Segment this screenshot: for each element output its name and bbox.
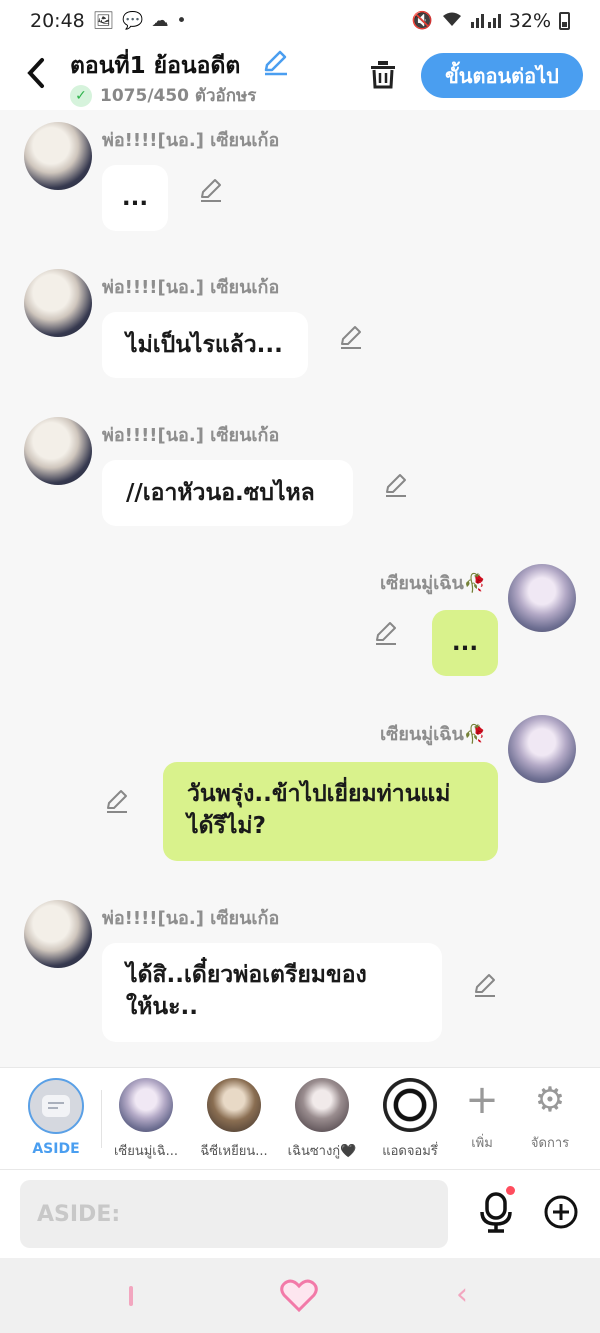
edit-title-pencil-icon[interactable] xyxy=(262,48,290,76)
message-icon: 💬 xyxy=(122,11,144,31)
add-circle-icon[interactable] xyxy=(543,1194,579,1230)
avatar[interactable] xyxy=(508,715,576,783)
message-line: ให้นะ.. xyxy=(126,994,198,1020)
edit-pencil-icon[interactable] xyxy=(472,972,498,998)
character-item[interactable]: เซียนมู่เฉิ... xyxy=(101,1078,191,1161)
edit-pencil-icon[interactable] xyxy=(338,324,364,350)
battery-icon xyxy=(559,12,570,30)
gallery-icon: 🖼 xyxy=(92,11,115,31)
avatar[interactable] xyxy=(24,417,92,485)
avatar[interactable] xyxy=(24,900,92,968)
char-counter: ✓ 1075/450 ตัวอักษร xyxy=(70,82,256,109)
check-icon: ✓ xyxy=(70,84,92,107)
message-bubble[interactable]: //เอาหัวนอ.ซบไหล xyxy=(102,460,353,526)
message-bubble[interactable]: ... xyxy=(432,610,498,676)
edit-pencil-icon[interactable] xyxy=(198,177,224,203)
message-line: ได้สิ..เดี๋ยวพ่อเตรียมของ xyxy=(126,962,367,988)
mute-icon: 🔇 xyxy=(411,11,433,31)
counter-text: 1075/450 ตัวอักษร xyxy=(100,86,257,106)
plus-icon: + xyxy=(465,1077,499,1123)
aside-label: ASIDE xyxy=(32,1141,80,1157)
character-label: เซียนมู่เฉิ... xyxy=(113,1144,179,1159)
chevron-left-icon[interactable] xyxy=(22,56,52,90)
aside-icon xyxy=(28,1078,84,1134)
next-step-button[interactable]: ขั้นตอนต่อไป xyxy=(421,53,583,98)
edit-pencil-icon[interactable] xyxy=(373,620,399,646)
speaker-name: พ่อ!!!![นอ.] เซียนเก้อ xyxy=(102,277,280,298)
message-line: วันพรุ่ง..ข้าไปเยี่ยมท่านแม่ xyxy=(187,781,451,807)
avatar[interactable] xyxy=(24,122,92,190)
speaker-name: พ่อ!!!![นอ.] เซียนเก้อ xyxy=(102,908,280,929)
trash-icon[interactable] xyxy=(368,58,398,90)
edit-pencil-icon[interactable] xyxy=(104,788,130,814)
wifi-icon xyxy=(441,10,463,33)
character-label: ฉีซีเหยียน... xyxy=(200,1144,268,1159)
message-line: ได้รึไม่? xyxy=(187,813,266,839)
avatar[interactable] xyxy=(508,564,576,632)
avatar[interactable] xyxy=(24,269,92,337)
message-bubble[interactable]: วันพรุ่ง..ข้าไปเยี่ยมท่านแม่ ได้รึไม่? xyxy=(163,762,498,861)
message-bubble[interactable]: ได้สิ..เดี๋ยวพ่อเตรียมของ ให้นะ.. xyxy=(102,943,442,1042)
status-time: 20:48 xyxy=(30,10,85,32)
message-bubble[interactable]: ... xyxy=(102,165,168,231)
status-bar: 20:48 🖼 💬 ☁ • 🔇 32% xyxy=(0,0,600,42)
message-bubble[interactable]: ไม่เป็นไรแล้ว... xyxy=(102,312,308,378)
character-label: แอดจอมรึ่ xyxy=(382,1144,438,1159)
gear-icon: ⚙ xyxy=(534,1080,566,1120)
microphone-icon[interactable] xyxy=(478,1190,514,1234)
recent-apps-icon[interactable] xyxy=(129,1286,133,1306)
speaker-name: พ่อ!!!![นอ.] เซียนเก้อ xyxy=(102,425,280,446)
manage-label: จัดการ xyxy=(530,1136,570,1151)
status-dot: • xyxy=(176,11,187,31)
message-input[interactable] xyxy=(20,1180,448,1248)
add-label: เพิ่ม xyxy=(471,1136,493,1151)
character-avatar xyxy=(119,1078,173,1132)
character-avatar xyxy=(295,1078,349,1132)
signal-icon xyxy=(470,10,501,33)
page-title: ตอนที่1 ย้อนอดีต xyxy=(70,53,241,79)
back-nav-icon[interactable]: ‹ xyxy=(456,1280,468,1310)
manage-button[interactable]: ⚙ จัดการ xyxy=(520,1080,580,1153)
system-nav-bar: ‹ xyxy=(0,1258,600,1333)
speaker-name: เซียนมู่เฉิน🥀 xyxy=(380,573,487,594)
character-item[interactable]: แอดจอมรึ่ xyxy=(365,1078,455,1161)
add-character-button[interactable]: + เพิ่ม xyxy=(452,1080,512,1153)
character-item[interactable]: ฉีซีเหยียน... xyxy=(189,1078,279,1161)
character-aside[interactable]: ASIDE xyxy=(11,1078,101,1157)
battery-percent: 32% xyxy=(508,10,551,32)
speaker-name: เซียนมู่เฉิน🥀 xyxy=(380,724,487,745)
character-avatar xyxy=(383,1078,437,1132)
cloud-icon: ☁ xyxy=(151,11,169,31)
character-bar: ASIDE เซียนมู่เฉิ... ฉีซีเหยียน... เฉินซ… xyxy=(0,1067,600,1170)
character-avatar xyxy=(207,1078,261,1132)
header: ตอนที่1 ย้อนอดีต ✓ 1075/450 ตัวอักษร ขั้… xyxy=(0,42,600,110)
character-item[interactable]: เฉินซางกู่🖤 xyxy=(277,1078,367,1161)
input-bar xyxy=(0,1170,600,1258)
edit-pencil-icon[interactable] xyxy=(383,472,409,498)
notification-dot xyxy=(506,1186,515,1195)
heart-home-icon[interactable] xyxy=(279,1278,319,1314)
speaker-name: พ่อ!!!![นอ.] เซียนเก้อ xyxy=(102,130,280,151)
character-label: เฉินซางกู่🖤 xyxy=(287,1144,357,1159)
